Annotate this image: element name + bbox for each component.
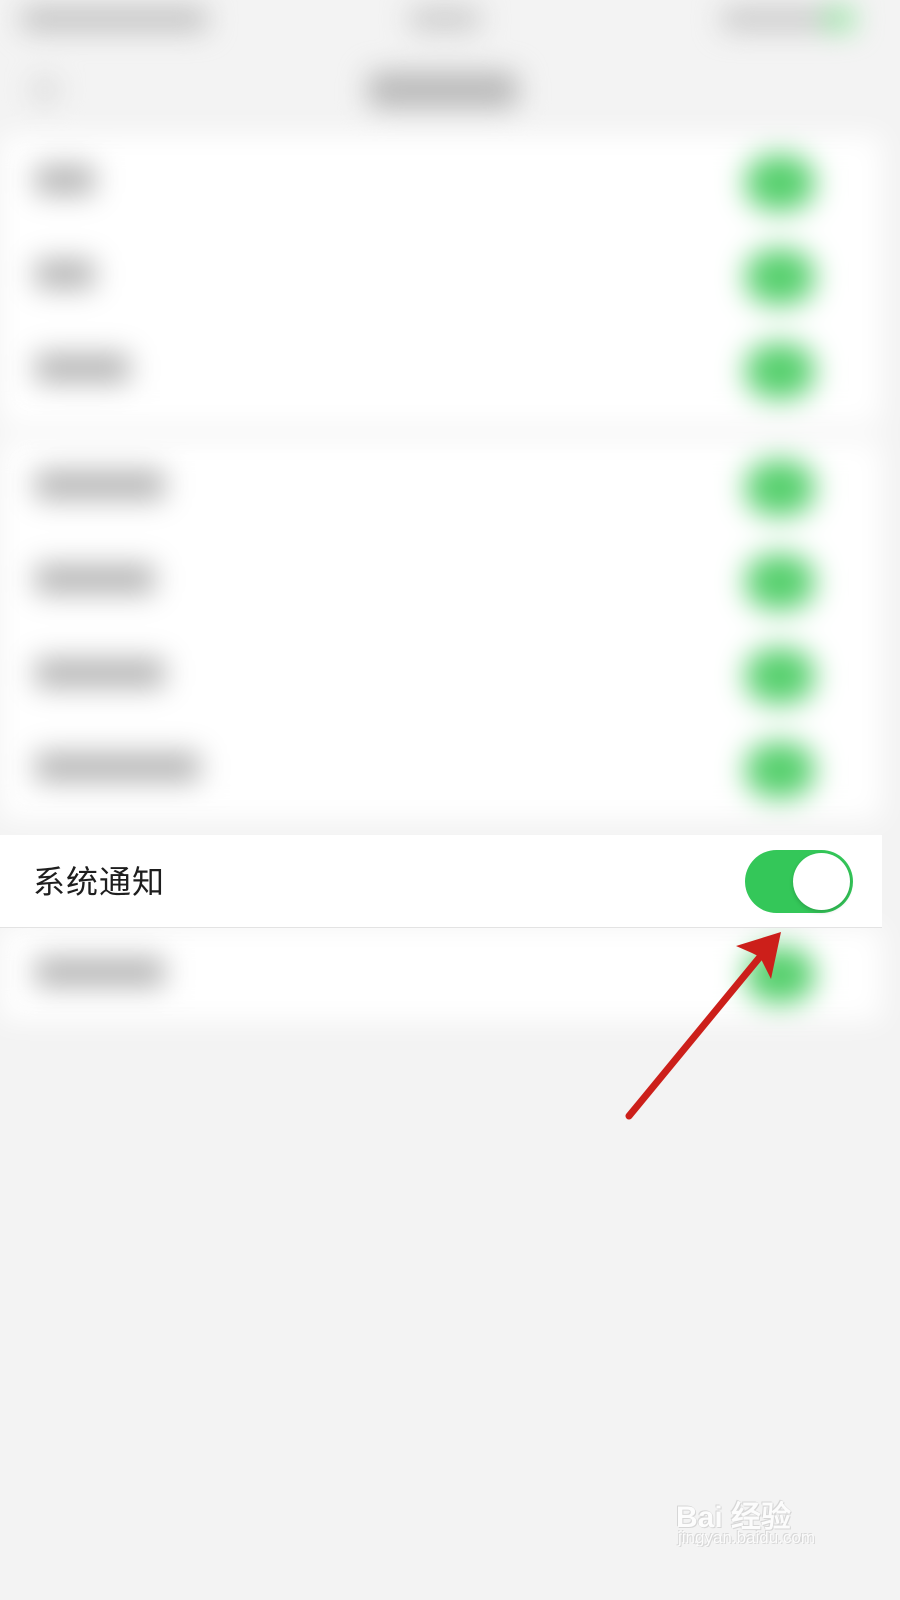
- watermark-url: jingyan.baidu.com: [678, 1528, 816, 1547]
- system-notification-row: 系统通知: [0, 835, 882, 928]
- status-bar-clock: [410, 8, 480, 30]
- list-item: [0, 229, 882, 323]
- list-item: [0, 722, 882, 816]
- list-item: [0, 628, 882, 722]
- blurred-label: [35, 470, 165, 500]
- blurred-label: [35, 957, 165, 987]
- list-item: [0, 135, 882, 229]
- list-item: [0, 440, 882, 534]
- blurred-label: [35, 165, 95, 195]
- blurred-switch: [745, 460, 815, 516]
- blurred-switch: [745, 249, 815, 305]
- status-bar-left: [22, 8, 207, 30]
- settings-group-3: [0, 927, 882, 1021]
- baidu-jingyan-watermark: Bai 经验 jingyan.baidu.com: [676, 1472, 846, 1552]
- system-notification-toggle[interactable]: [745, 850, 853, 913]
- blurred-label: [35, 564, 155, 594]
- blurred-switch: [745, 742, 815, 798]
- list-item: [0, 927, 882, 1021]
- blurred-label: [35, 752, 200, 782]
- list-item: [0, 323, 882, 417]
- blurred-switch: [745, 648, 815, 704]
- battery-icon: [824, 8, 854, 30]
- nav-title: [368, 72, 518, 108]
- blurred-label: [35, 353, 130, 383]
- blurred-switch: [745, 554, 815, 610]
- notification-settings-screen: 系统通知 Bai 经验 jingyan.baidu.com: [0, 0, 882, 1568]
- blurred-label: [35, 658, 165, 688]
- list-item: [0, 534, 882, 628]
- settings-group-2: [0, 440, 882, 820]
- system-notification-label: 系统通知: [33, 863, 166, 901]
- back-icon: [35, 80, 55, 100]
- settings-group-1: [0, 135, 882, 425]
- blurred-label: [35, 259, 95, 289]
- blurred-switch: [745, 155, 815, 211]
- toggle-knob: [793, 853, 850, 910]
- status-bar: [0, 0, 882, 50]
- blurred-switch: [745, 947, 815, 1003]
- blurred-switch: [745, 343, 815, 399]
